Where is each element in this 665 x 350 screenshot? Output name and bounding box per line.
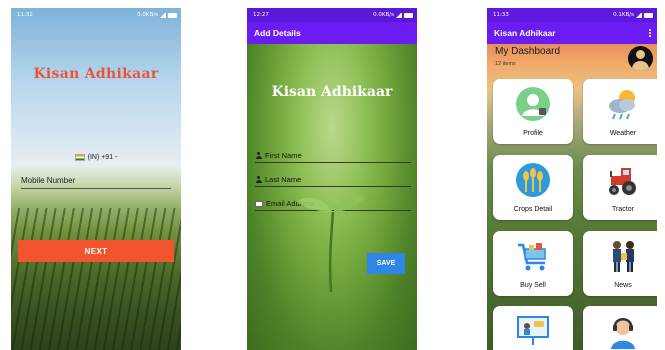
tile-label: Buy Sell [520, 282, 546, 289]
mobile-number-field[interactable]: Mobile Number [21, 176, 171, 189]
person-icon [255, 176, 262, 183]
signal-icon [160, 12, 166, 18]
signal-icon [636, 12, 642, 18]
dashboard-screen: 11:33 0.1KB/s Kisan Adhikaar My Dashboar… [487, 8, 657, 350]
mail-icon [255, 200, 263, 207]
status-bar: 11:32 0.0KB/s [11, 8, 181, 22]
presentation-icon [517, 316, 549, 345]
status-bar: 12:27 0.0KB/s [247, 8, 417, 22]
signal-icon [396, 12, 402, 18]
status-bar: 11:33 0.1KB/s [487, 8, 657, 22]
login-screen: 11:32 0.0KB/s Kisan Adhikaar (IN) +91 - … [11, 8, 181, 350]
tile-presentation[interactable] [493, 306, 573, 350]
person-icon [255, 152, 262, 159]
tile-label: News [614, 282, 632, 289]
app-bar-title: Add Details [254, 28, 301, 38]
status-speed: 0.0KB/s [137, 12, 158, 18]
tile-label: Crops Detail [513, 206, 553, 213]
tractor-icon [609, 168, 636, 195]
flag-india-icon [74, 154, 85, 161]
first-name-field[interactable]: First Name [255, 151, 411, 163]
screenshot-stage: 11:32 0.0KB/s Kisan Adhikaar (IN) +91 - … [0, 0, 665, 350]
news-icon [613, 241, 634, 272]
tile-buy-sell[interactable]: Buy Sell [493, 231, 573, 296]
weather-icon [609, 90, 635, 120]
tile-profile[interactable]: Profile [493, 79, 573, 144]
app-bar: Add Details [247, 22, 417, 44]
status-time: 11:33 [493, 12, 509, 18]
status-speed: 0.1KB/s [613, 12, 634, 18]
app-bar: Kisan Adhikaar [487, 22, 657, 44]
avatar-icon[interactable] [628, 46, 653, 71]
dashboard-subheading: 12 items [495, 61, 516, 67]
cart-icon [518, 243, 546, 271]
first-name-placeholder: First Name [265, 151, 302, 160]
status-speed: 0.0KB/s [373, 12, 394, 18]
status-time: 11:32 [17, 12, 33, 18]
tile-label: Weather [609, 130, 637, 137]
support-icon [611, 318, 635, 349]
status-time: 12:27 [253, 12, 269, 18]
app-brand-title: Kisan Adhikaar [271, 84, 393, 100]
country-code-label: (IN) +91 - [87, 154, 118, 161]
tile-label: Tractor [612, 206, 634, 213]
tile-label: Profile [523, 130, 543, 137]
profile-icon [516, 87, 550, 121]
mobile-number-placeholder: Mobile Number [21, 176, 76, 185]
kebab-menu-icon[interactable] [649, 28, 651, 38]
battery-icon [168, 12, 177, 18]
app-bar-title: Kisan Adhikaar [494, 28, 556, 38]
crops-icon [516, 163, 550, 197]
tile-tractor[interactable]: Tractor [583, 155, 657, 220]
country-code-picker[interactable]: (IN) +91 - [11, 154, 181, 161]
dashboard-heading: My Dashboard [495, 46, 561, 57]
tile-support[interactable] [583, 306, 657, 350]
tile-news[interactable]: News [583, 231, 657, 296]
tile-weather[interactable]: Weather [583, 79, 657, 144]
save-button[interactable]: SAVE [367, 253, 405, 274]
add-details-screen: 12:27 0.0KB/s Add Details Kisan Adhikaar… [247, 8, 417, 350]
field-rows-overlay [11, 208, 181, 350]
app-brand-title: Kisan Adhikaar [33, 66, 159, 82]
battery-icon [404, 12, 413, 18]
next-button[interactable]: NEXT [18, 240, 174, 262]
battery-icon [644, 12, 653, 18]
sprout-image [297, 193, 365, 292]
tile-crops-detail[interactable]: Crops Detail [493, 155, 573, 220]
